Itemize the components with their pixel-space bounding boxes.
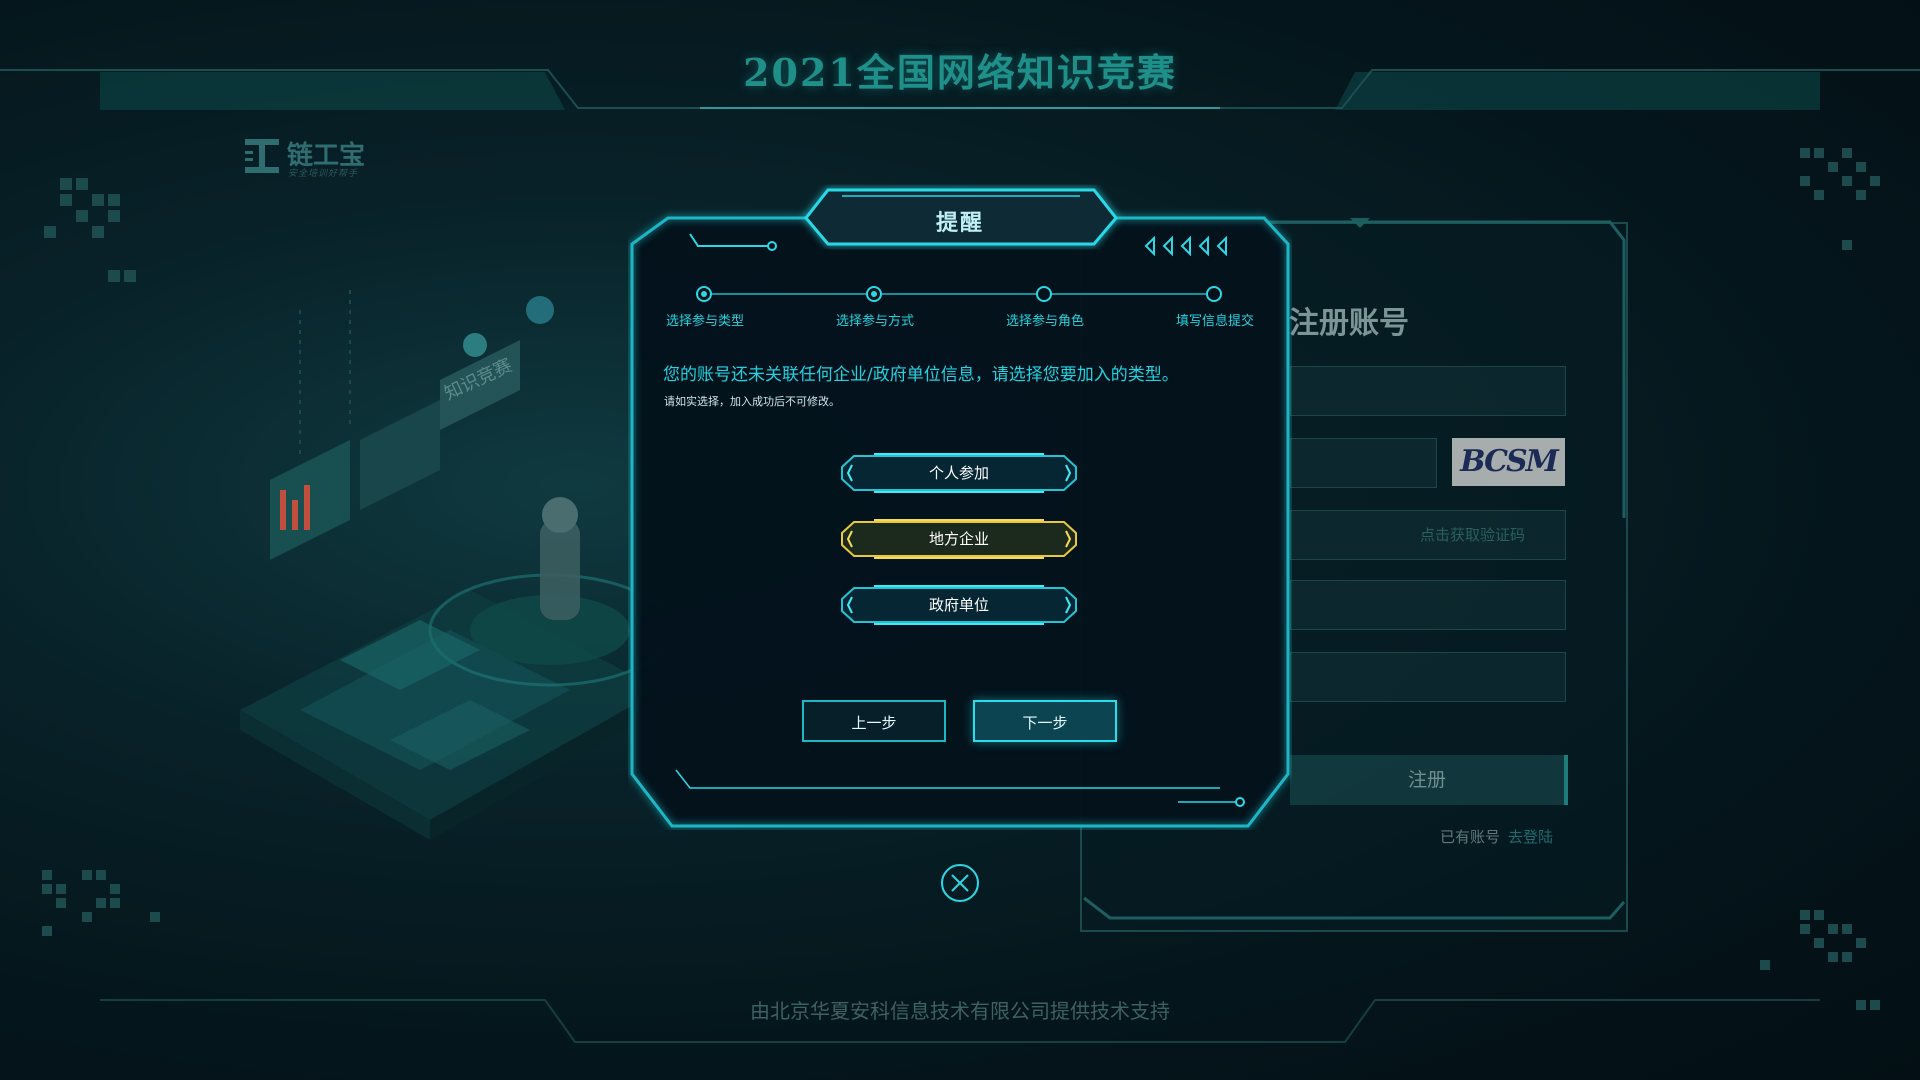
phone-field[interactable] [1290,366,1566,416]
step-node-3 [1036,286,1052,302]
prev-step-button[interactable]: 上一步 [802,700,946,742]
modal-hint: 请如实选择，加入成功后不可修改。 [664,395,840,408]
option-local-enterprise-label: 地方企业 [928,530,989,548]
modal-question: 您的账号还未关联任何企业/政府单位信息，请选择您要加入的类型。 [663,365,1179,385]
logo: 链工宝 安全培训好帮手 [243,135,373,179]
has-account-label: 已有账号 [1440,828,1501,846]
reminder-modal [630,188,1290,828]
pixel-decoration-right-top [1800,148,1880,250]
get-sms-code-link[interactable]: 点击获取验证码 [1420,524,1525,545]
pixel-decoration-left-bottom [42,870,160,936]
step-node-2-dot [871,291,877,297]
step-label-1: 选择参与类型 [665,314,744,329]
captcha-field[interactable] [1290,438,1437,488]
password-field[interactable] [1290,580,1566,630]
option-government-button[interactable]: 政府单位 [840,585,1078,625]
option-government-label: 政府单位 [928,596,989,614]
step-node-1-dot [701,291,707,297]
option-personal-button[interactable]: 个人参加 [840,453,1078,493]
captcha-image[interactable]: BCSM [1452,438,1565,486]
logo-tagline: 安全培训好帮手 [288,169,359,179]
step-label-2: 选择参与方式 [835,314,914,329]
option-local-enterprise-button[interactable]: 地方企业 [840,519,1078,559]
step-node-4 [1206,286,1222,302]
step-label-4: 填写信息提交 [1175,314,1254,329]
close-circle-icon[interactable] [940,863,980,903]
has-account-text: 已有账号 去登陆 [1440,826,1553,847]
logo-mark-icon [245,139,279,173]
register-button[interactable]: 注册 [1290,755,1568,805]
modal-title: 提醒 [935,211,984,236]
next-step-button[interactable]: 下一步 [973,700,1117,742]
progress-steps [696,286,1222,302]
login-link[interactable]: 去登陆 [1508,828,1553,846]
option-personal-label: 个人参加 [928,464,989,482]
step-label-3: 选择参与角色 [1005,314,1084,329]
knowledge-contest-illustration: 知识竞赛 [240,290,660,840]
footer-credit: 由北京华夏安科信息技术有限公司提供技术支持 [750,999,1170,1023]
register-title: 注册账号 [1289,306,1409,341]
page-title: 2021全国网络知识竞赛 [743,50,1177,95]
confirm-password-field[interactable] [1290,652,1566,702]
